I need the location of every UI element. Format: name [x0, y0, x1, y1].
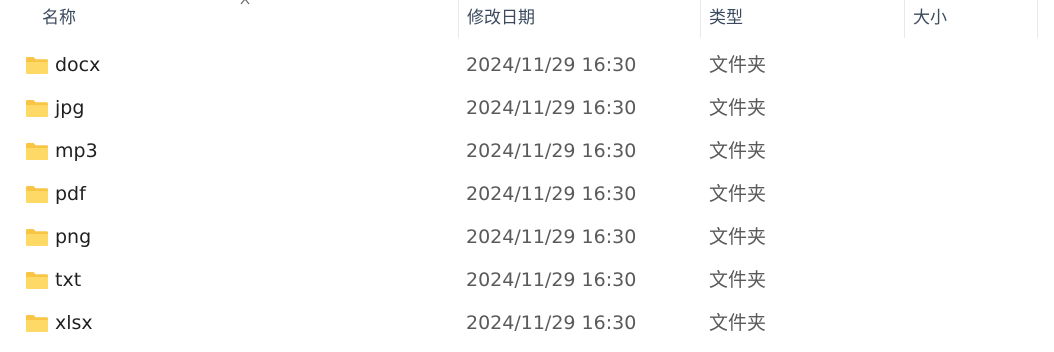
file-modified: 2024/11/29 16:30 — [466, 312, 637, 334]
column-header-row: 名称 修改日期 类型 大小 — [0, 0, 1054, 38]
file-row[interactable]: txt 2024/11/29 16:30 文件夹 — [0, 259, 1054, 302]
file-type: 文件夹 — [709, 312, 767, 334]
file-modified: 2024/11/29 16:30 — [466, 97, 637, 119]
folder-icon — [25, 228, 49, 247]
file-modified: 2024/11/29 16:30 — [466, 269, 637, 291]
column-header-modified[interactable]: 修改日期 — [458, 0, 698, 38]
file-type: 文件夹 — [709, 97, 767, 119]
file-name: jpg — [55, 97, 85, 119]
column-header-size[interactable]: 大小 — [904, 0, 1038, 38]
file-name: xlsx — [55, 312, 93, 334]
file-row[interactable]: xlsx 2024/11/29 16:30 文件夹 — [0, 302, 1054, 345]
file-modified: 2024/11/29 16:30 — [466, 140, 637, 162]
file-name: mp3 — [55, 140, 98, 162]
file-modified: 2024/11/29 16:30 — [466, 54, 637, 76]
file-row[interactable]: pdf 2024/11/29 16:30 文件夹 — [0, 173, 1054, 216]
file-modified: 2024/11/29 16:30 — [466, 226, 637, 248]
file-type: 文件夹 — [709, 54, 767, 76]
folder-icon — [25, 185, 49, 204]
file-modified: 2024/11/29 16:30 — [466, 183, 637, 205]
file-type: 文件夹 — [709, 226, 767, 248]
file-row[interactable]: mp3 2024/11/29 16:30 文件夹 — [0, 130, 1054, 173]
chevron-up-icon — [238, 0, 252, 6]
file-name: txt — [55, 269, 82, 291]
file-row[interactable]: png 2024/11/29 16:30 文件夹 — [0, 216, 1054, 259]
folder-icon — [25, 271, 49, 290]
file-name: docx — [55, 54, 101, 76]
file-list: 名称 修改日期 类型 大小 docx 2024/11/29 16:30 文件夹 … — [0, 0, 1054, 352]
file-rows: docx 2024/11/29 16:30 文件夹 jpg 2024/11/29… — [0, 44, 1054, 345]
column-header-type[interactable]: 类型 — [700, 0, 902, 38]
file-row[interactable]: jpg 2024/11/29 16:30 文件夹 — [0, 87, 1054, 130]
file-type: 文件夹 — [709, 269, 767, 291]
file-name: png — [55, 226, 92, 248]
file-type: 文件夹 — [709, 183, 767, 205]
file-name: pdf — [55, 183, 86, 205]
folder-icon — [25, 56, 49, 75]
folder-icon — [25, 314, 49, 333]
folder-icon — [25, 142, 49, 161]
file-type: 文件夹 — [709, 140, 767, 162]
folder-icon — [25, 99, 49, 118]
file-row[interactable]: docx 2024/11/29 16:30 文件夹 — [0, 44, 1054, 87]
